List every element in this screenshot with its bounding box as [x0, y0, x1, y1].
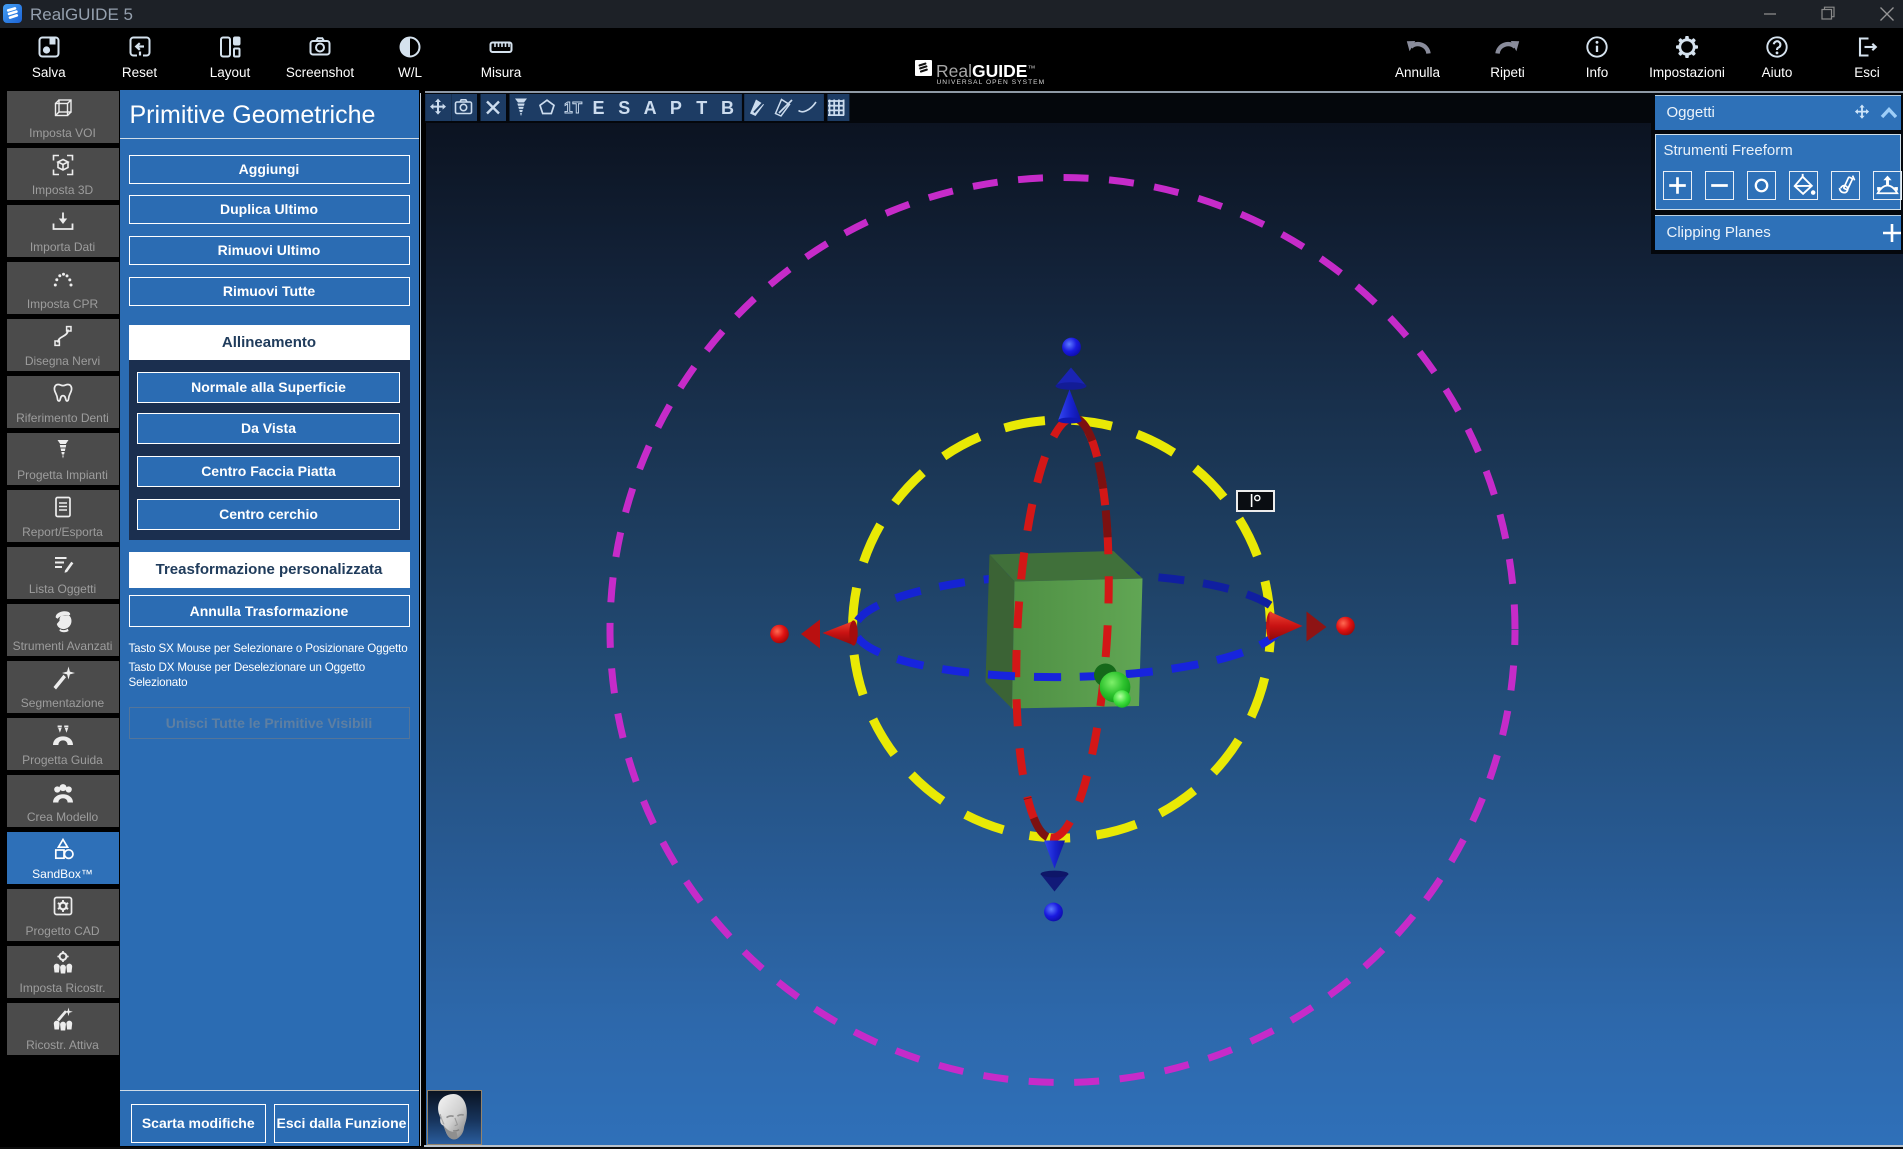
svg-text:E: E — [592, 98, 604, 118]
svg-text:P: P — [669, 98, 681, 118]
svg-text:1T: 1T — [563, 100, 582, 117]
svg-text:A: A — [643, 98, 656, 118]
svg-text:T: T — [696, 98, 707, 118]
svg-text:B: B — [721, 98, 734, 118]
svg-text:S: S — [618, 98, 630, 118]
